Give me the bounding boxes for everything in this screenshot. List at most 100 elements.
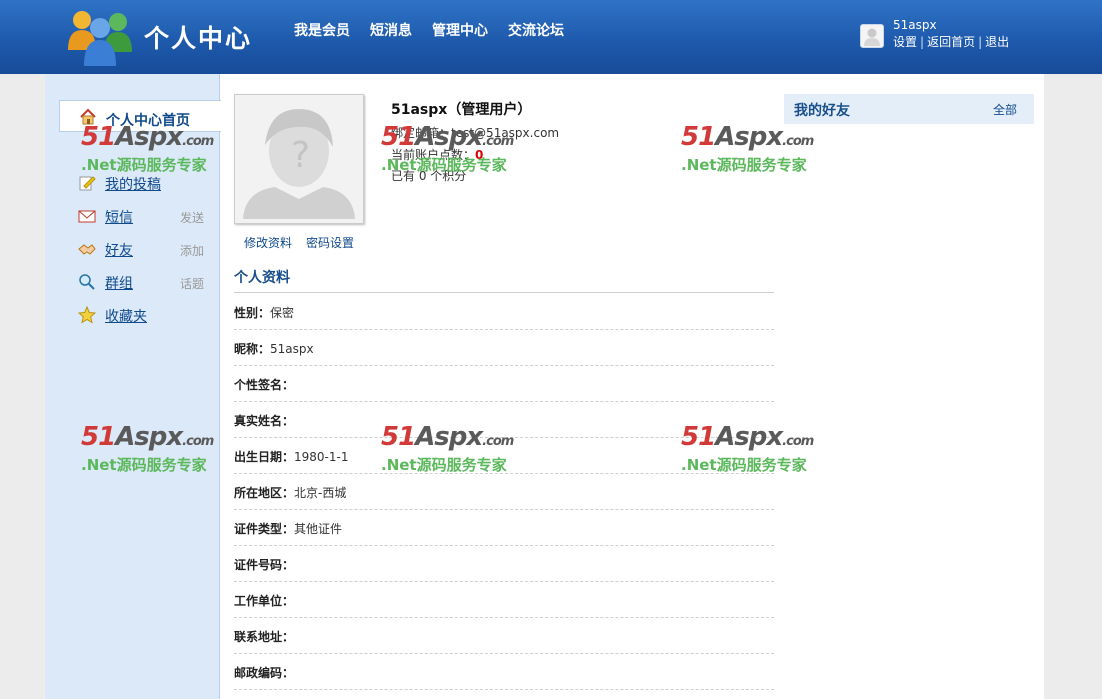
sidebar-item-friends[interactable]: 好友 添加	[78, 239, 208, 261]
watermark-brand: 51Aspx.com	[681, 122, 814, 152]
watermark-brand-red: 51	[81, 122, 116, 152]
info-key: 个性签名：	[234, 378, 295, 392]
info-row-content: 工作单位：	[234, 592, 294, 609]
handshake-icon	[78, 244, 96, 255]
info-row-content: 所在地区：北京-西城	[234, 484, 346, 501]
sidebar-item-sms[interactable]: 短信 发送	[78, 206, 208, 228]
watermark-brand: 51Aspx.com	[381, 422, 514, 452]
section-title-personal-info: 个人资料	[234, 270, 290, 286]
watermark-brand-com: .com	[482, 434, 514, 449]
svg-text:?: ?	[291, 135, 310, 176]
star-icon	[78, 306, 96, 324]
info-row-content: 个性签名：	[234, 376, 294, 393]
watermark-brand-grey: Aspx	[115, 422, 183, 452]
sms-send-link[interactable]: 发送	[180, 209, 204, 226]
info-row-nickname: 昵称：51aspx	[234, 330, 774, 366]
info-row-content: 证件号码：	[234, 556, 294, 573]
info-row-content: 证件类型：其他证件	[234, 520, 342, 537]
password-settings-link[interactable]: 密码设置	[306, 234, 354, 251]
watermark: 51Aspx.com .Net源码服务专家	[681, 122, 821, 182]
top-header: 个人中心 我是会员 短消息 管理中心 交流论坛 51aspx 设置 | 返回首页 | 退…	[0, 0, 1102, 74]
watermark-brand-com: .com	[782, 434, 814, 449]
watermark-brand-red: 51	[381, 422, 416, 452]
nav-forum[interactable]: 交流论坛	[508, 20, 564, 40]
info-row-content: 昵称：51aspx	[234, 340, 314, 357]
watermark-brand-com: .com	[182, 434, 214, 449]
avatar-links: 修改资料 密码设置	[244, 234, 354, 251]
group-search-icon	[79, 274, 95, 290]
info-row-address: 联系地址：	[234, 618, 774, 654]
group-topic-link[interactable]: 话题	[180, 275, 204, 292]
watermark-slogan: .Net源码服务专家	[681, 456, 807, 474]
sidebar-item-groups[interactable]: 群组 话题	[78, 272, 208, 294]
sidebar-item-label: 群组	[105, 276, 133, 292]
info-value: 其他证件	[294, 522, 343, 536]
user-avatar[interactable]	[860, 24, 884, 48]
watermark-brand: 51Aspx.com	[81, 122, 214, 152]
nav-admin[interactable]: 管理中心	[432, 20, 488, 40]
info-row-postcode: 邮政编码：	[234, 654, 774, 690]
info-value: 51aspx	[270, 342, 314, 356]
nav-member[interactable]: 我是会员	[294, 20, 350, 40]
info-row-content: 性别：保密	[234, 304, 294, 321]
sidebar-item-label: 收藏夹	[105, 309, 147, 325]
nav-messages[interactable]: 短消息	[370, 20, 412, 40]
info-key: 昵称：	[234, 342, 271, 356]
watermark-slogan: .Net源码服务专家	[81, 456, 207, 474]
watermark-slogan: .Net源码服务专家	[681, 156, 807, 174]
separator: |	[920, 35, 925, 49]
watermark-brand-grey: Aspx	[415, 422, 483, 452]
info-key: 邮政编码：	[234, 666, 295, 680]
info-key: 工作单位：	[234, 594, 295, 608]
separator: |	[978, 35, 983, 49]
home-link[interactable]: 返回首页	[927, 35, 975, 49]
watermark-slogan: .Net源码服务专家	[381, 456, 507, 474]
watermark-brand: 51Aspx.com	[81, 422, 214, 452]
watermark: 51Aspx.com .Net源码服务专家	[81, 122, 221, 182]
profile-name: 51aspx（管理用户）	[391, 102, 532, 118]
top-nav: 我是会员 短消息 管理中心 交流论坛	[294, 20, 564, 40]
watermark-brand-red: 51	[81, 422, 116, 452]
watermark: 51Aspx.com .Net源码服务专家	[381, 122, 521, 182]
sidebar-item-label: 短信	[105, 210, 133, 226]
edit-profile-link[interactable]: 修改资料	[244, 234, 292, 251]
user-silhouette-icon	[864, 28, 880, 46]
settings-link[interactable]: 设置	[893, 35, 917, 49]
site-title: 个人中心	[144, 24, 253, 53]
watermark-slogan: .Net源码服务专家	[381, 156, 507, 174]
friends-panel-header: 我的好友 全部	[784, 94, 1034, 124]
watermark-brand-com: .com	[182, 134, 214, 149]
sidebar-item-favorites[interactable]: 收藏夹	[78, 305, 208, 327]
info-row-content: 真实姓名：	[234, 412, 294, 429]
mail-icon	[78, 210, 96, 223]
watermark-brand-red: 51	[681, 122, 716, 152]
users-logo-icon	[68, 11, 132, 66]
profile-avatar: ?	[234, 94, 364, 224]
info-row-content: 邮政编码：	[234, 664, 294, 681]
watermark-brand: 51Aspx.com	[681, 422, 814, 452]
watermark-brand-com: .com	[482, 134, 514, 149]
info-row-content: 联系地址：	[234, 628, 294, 645]
divider	[234, 292, 774, 293]
watermark-brand-grey: Aspx	[715, 122, 783, 152]
friends-all-link[interactable]: 全部	[993, 101, 1017, 118]
user-area: 51aspx 设置 | 返回首页 | 退出	[860, 18, 1090, 54]
friends-title: 我的好友	[794, 103, 850, 119]
info-value: 北京-西城	[294, 486, 347, 500]
info-row-employer: 工作单位：	[234, 582, 774, 618]
watermark-brand-grey: Aspx	[715, 422, 783, 452]
info-key: 所在地区：	[234, 486, 295, 500]
info-key: 出生日期：	[234, 450, 295, 464]
logout-link[interactable]: 退出	[985, 35, 1009, 49]
friend-add-link[interactable]: 添加	[180, 242, 204, 259]
info-key: 联系地址：	[234, 630, 295, 644]
user-links: 设置 | 返回首页 | 退出	[893, 33, 1009, 50]
info-row-gender: 性别：保密	[234, 294, 774, 330]
watermark-brand-red: 51	[381, 122, 416, 152]
info-row-id-type: 证件类型：其他证件	[234, 510, 774, 546]
watermark-brand-grey: Aspx	[415, 122, 483, 152]
sidebar-item-label: 好友	[105, 243, 133, 259]
watermark: 51Aspx.com .Net源码服务专家	[381, 422, 521, 482]
info-value: 保密	[270, 306, 295, 320]
watermark: 51Aspx.com .Net源码服务专家	[681, 422, 821, 482]
